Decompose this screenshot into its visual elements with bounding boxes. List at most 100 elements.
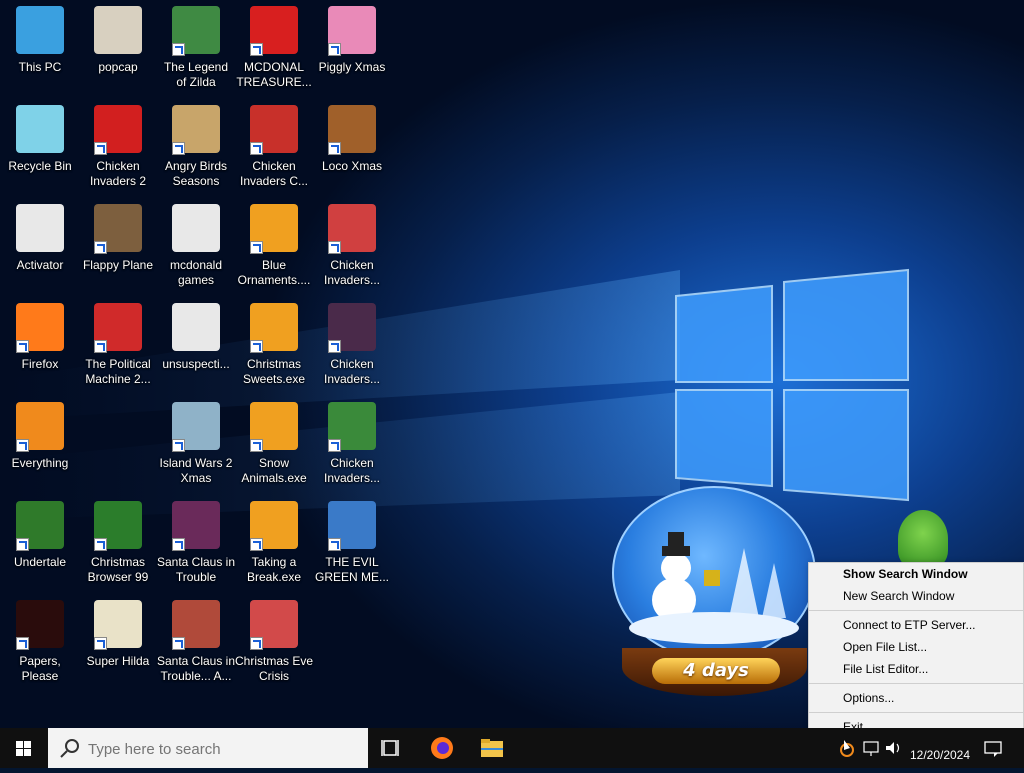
desktop-icon[interactable]: Angry Birds Seasons [156, 99, 236, 195]
shortcut-arrow-icon [328, 538, 341, 551]
menu-separator [809, 610, 1023, 611]
start-button[interactable] [0, 728, 48, 768]
snow-globe-widget[interactable] [612, 486, 816, 660]
everything-tray-icon [840, 740, 854, 757]
app-icon [250, 105, 298, 155]
desktop-icon[interactable]: Activator [0, 198, 80, 294]
desktop-icon-label: Recycle Bin [8, 159, 72, 173]
shortcut-arrow-icon [328, 241, 341, 254]
desktop-icon[interactable]: MCDONAL TREASURE... [234, 0, 314, 96]
desktop-icon-label: Christmas Sweets.exe [242, 357, 306, 386]
desktop-icon[interactable]: Chicken Invaders C... [234, 99, 314, 195]
file-explorer-taskbar-button[interactable] [468, 728, 516, 768]
desktop-icon[interactable]: Flappy Plane [78, 198, 158, 294]
shortcut-arrow-icon [16, 340, 29, 353]
desktop-icon[interactable]: Recycle Bin [0, 99, 80, 195]
desktop-icon[interactable]: Chicken Invaders... [312, 198, 392, 294]
notification-button[interactable] [978, 728, 1008, 768]
desktop-icon-label: Santa Claus in Trouble... A... [156, 654, 236, 683]
desktop-icon[interactable]: The Political Machine 2... [78, 297, 158, 393]
volume-tray-button[interactable] [882, 728, 904, 768]
shortcut-arrow-icon [94, 340, 107, 353]
menu-item[interactable]: Connect to ETP Server... [809, 614, 1023, 636]
shortcut-arrow-icon [94, 637, 107, 650]
desktop-icon[interactable]: Christmas Eve Crisis [234, 594, 314, 690]
desktop-icon[interactable]: Santa Claus in Trouble [156, 495, 236, 591]
desktop-icon-label: Chicken Invaders C... [239, 159, 309, 188]
taskbar-search-box[interactable] [48, 728, 368, 768]
search-input[interactable] [86, 737, 350, 761]
desktop-icon-label: Chicken Invaders... [323, 357, 381, 386]
desktop-icon[interactable]: This PC [0, 0, 80, 96]
tray-everything-button[interactable] [836, 728, 858, 768]
desktop-icon[interactable]: The Legend of Zilda [156, 0, 236, 96]
app-icon [172, 501, 220, 551]
shortcut-arrow-icon [250, 43, 263, 56]
menu-item[interactable]: Open File List... [809, 636, 1023, 658]
desktop-icon-label: Chicken Invaders 2 [89, 159, 147, 188]
desktop-icon[interactable]: Papers, Please [0, 594, 80, 690]
desktop-icon[interactable]: Everything [0, 396, 80, 492]
christmas-tree-icon [898, 510, 948, 568]
desktop-icon-label: Christmas Eve Crisis [234, 654, 314, 683]
app-icon [172, 402, 220, 452]
shortcut-arrow-icon [172, 142, 185, 155]
menu-item[interactable]: Show Search Window [809, 563, 1023, 585]
desktop-icon[interactable]: popcap [78, 0, 158, 96]
app-icon [94, 501, 142, 551]
menu-item[interactable]: File List Editor... [809, 658, 1023, 680]
desktop-icon[interactable]: Loco Xmas [312, 99, 392, 195]
search-icon [60, 739, 79, 758]
desktop-icon[interactable]: Firefox [0, 297, 80, 393]
desktop-icon-label: Snow Animals.exe [241, 456, 307, 485]
app-icon [172, 303, 220, 351]
desktop-icon[interactable]: THE EVIL GREEN ME... [312, 495, 392, 591]
app-icon [16, 402, 64, 452]
app-icon [94, 303, 142, 353]
app-icon [328, 402, 376, 452]
desktop-icon[interactable]: Santa Claus in Trouble... A... [156, 594, 236, 690]
task-view-button[interactable] [368, 728, 416, 768]
desktop-icon-label: Santa Claus in Trouble [156, 555, 236, 584]
desktop-icon[interactable]: Island Wars 2 Xmas [156, 396, 236, 492]
desktop-icon[interactable]: Chicken Invaders... [312, 297, 392, 393]
desktop-icon[interactable]: Snow Animals.exe [234, 396, 314, 492]
shortcut-arrow-icon [328, 142, 341, 155]
shortcut-arrow-icon [16, 439, 29, 452]
app-icon [172, 6, 220, 56]
taskbar-clock[interactable]: 12/20/2024 [904, 728, 976, 768]
desktop-icon-label: Taking a Break.exe [246, 555, 302, 584]
desktop-icon-label: Activator [16, 258, 64, 272]
desktop-icon[interactable]: unsuspecti... [156, 297, 236, 393]
desktop-icon[interactable]: Chicken Invaders 2 [78, 99, 158, 195]
shortcut-arrow-icon [328, 439, 341, 452]
shortcut-arrow-icon [172, 439, 185, 452]
firefox-taskbar-button[interactable] [418, 728, 466, 768]
shortcut-arrow-icon [250, 538, 263, 551]
desktop-icon[interactable]: Undertale [0, 495, 80, 591]
desktop-icon[interactable]: Super Hilda [78, 594, 158, 690]
shortcut-arrow-icon [172, 538, 185, 551]
app-icon [250, 600, 298, 650]
app-icon [250, 6, 298, 56]
desktop-icon-label: mcdonald games [169, 258, 223, 287]
menu-item[interactable]: Options... [809, 687, 1023, 709]
tray-context-menu: Show Search Window New Search Window Conne… [808, 562, 1024, 744]
desktop-icon[interactable]: mcdonald games [156, 198, 236, 294]
desktop-icon[interactable]: Piggly Xmas [312, 0, 392, 96]
app-icon [250, 303, 298, 353]
network-tray-button[interactable] [860, 728, 882, 768]
desktop-icon[interactable]: Chicken Invaders... [312, 396, 392, 492]
app-icon [94, 600, 142, 650]
shortcut-arrow-icon [250, 241, 263, 254]
app-icon [16, 204, 64, 252]
shortcut-arrow-icon [94, 241, 107, 254]
app-icon [94, 204, 142, 254]
desktop-icon[interactable]: Christmas Sweets.exe [234, 297, 314, 393]
app-icon [328, 105, 376, 155]
app-icon [328, 303, 376, 353]
desktop-icon[interactable]: Taking a Break.exe [234, 495, 314, 591]
desktop-icon[interactable]: Christmas Browser 99 [78, 495, 158, 591]
desktop-icon[interactable]: Blue Ornaments.... [234, 198, 314, 294]
menu-item[interactable]: New Search Window [809, 585, 1023, 607]
